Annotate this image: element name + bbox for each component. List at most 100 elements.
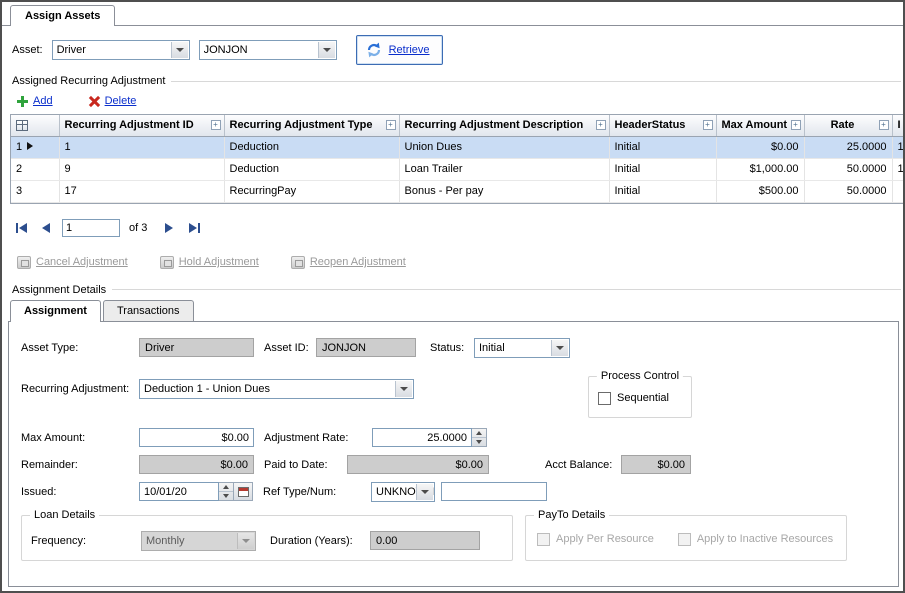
row-selector[interactable]: 3 [11,180,59,202]
delete-button[interactable]: Delete [89,95,137,107]
details-section-title: Assignment Details [12,284,106,296]
duration-field: 0.00 [370,531,480,550]
asset-id-combo-button[interactable] [318,42,335,58]
duration-label: Duration (Years): [270,535,370,547]
spinner-up-icon[interactable] [219,483,233,492]
grid-cell: 25.0000 [804,136,892,158]
refresh-icon [365,41,383,59]
asset-type-combo-button[interactable] [171,42,188,58]
apply-per-resource-checkbox [537,533,550,546]
adjustment-rate-spinner[interactable] [472,428,487,447]
add-button[interactable]: Add [17,95,53,107]
section-divider [112,289,901,290]
col-header-recurring-adjustment-description[interactable]: Recurring Adjustment Description [399,115,609,136]
retrieve-button[interactable]: Retrieve [356,35,443,65]
chevron-down-icon [176,48,184,52]
grid-cell: Deduction [224,136,399,158]
ref-type-combo-button[interactable] [416,484,433,500]
recurring-adjustment-label: Recurring Adjustment: [21,383,139,395]
frequency-combo: Monthly [141,531,256,551]
row-selector[interactable]: 2 [11,158,59,180]
column-pin-icon[interactable] [703,120,713,130]
col-header-recurring-adjustment-type[interactable]: Recurring Adjustment Type [224,115,399,136]
tab-assign-assets[interactable]: Assign Assets [10,5,115,26]
asset-id-field: JONJON [316,338,416,357]
status-combo[interactable]: Initial [474,338,570,358]
recurring-adjustment-combo-value: Deduction 1 - Union Dues [144,383,413,395]
reopen-adjustment-button[interactable]: Reopen Adjustment [291,256,406,269]
asset-id-combo[interactable]: JONJON [199,40,337,60]
col-header-label: Recurring Adjustment Description [405,119,584,131]
asset-type-combo[interactable]: Driver [52,40,190,60]
hold-adjustment-icon [160,256,174,269]
first-page-icon[interactable] [12,220,30,236]
grid-header-row: Recurring Adjustment ID Recurring Adjust… [11,115,905,136]
status-label: Status: [430,342,474,354]
table-row[interactable]: 2 9 Deduction Loan Trailer Initial $1,00… [11,158,905,180]
paid-to-date-label: Paid to Date: [264,459,347,471]
cancel-adjustment-button[interactable]: Cancel Adjustment [17,256,128,269]
cancel-adjustment-icon [17,256,31,269]
col-header-label: HeaderStatus [615,119,686,131]
spinner-down-icon[interactable] [219,492,233,500]
assign-assets-window: Assign Assets Asset: Driver JONJON Retri… [0,0,905,593]
adjustment-rate-input[interactable] [372,428,472,447]
prev-page-icon[interactable] [37,220,55,236]
grid-cell: 9 [59,158,224,180]
column-pin-icon[interactable] [791,120,801,130]
col-header-recurring-adjustment-id[interactable]: Recurring Adjustment ID [59,115,224,136]
col-header-rate[interactable]: Rate [804,115,892,136]
ref-type-combo[interactable]: UNKNOWN [371,482,435,502]
status-combo-button[interactable] [551,340,568,356]
chevron-down-icon [242,539,250,543]
cancel-adjustment-label: Cancel Adjustment [36,256,128,268]
sequential-checkbox[interactable] [598,392,611,405]
process-control-label: Process Control [597,370,683,382]
page-number-input[interactable] [62,219,120,237]
column-pin-icon[interactable] [386,120,396,130]
tab-assign-assets-label: Assign Assets [25,10,100,22]
issued-date-input[interactable] [139,482,219,501]
last-page-icon[interactable] [185,220,203,236]
table-row[interactable]: 3 17 RecurringPay Bonus - Per pay Initia… [11,180,905,202]
col-header-headerstatus[interactable]: HeaderStatus [609,115,716,136]
add-button-label: Add [33,95,53,107]
max-amount-input[interactable] [139,428,254,447]
column-pin-icon[interactable] [596,120,606,130]
apply-inactive-checkbox [678,533,691,546]
calendar-button[interactable] [234,482,253,501]
chevron-down-icon [323,48,331,52]
column-pin-icon[interactable] [211,120,221,130]
chevron-down-icon [400,387,408,391]
grid-cell: $0.00 [716,136,804,158]
grid-cell: Deduction [224,158,399,180]
spinner-up-icon[interactable] [472,429,486,438]
hold-adjustment-button[interactable]: Hold Adjustment [160,256,259,269]
tab-assignment[interactable]: Assignment [10,300,101,322]
issued-date-spinner[interactable] [219,482,234,501]
recurring-adjustment-combo[interactable]: Deduction 1 - Union Dues [139,379,414,399]
next-page-icon[interactable] [160,220,178,236]
col-header-clipped[interactable]: I [892,115,905,136]
spinner-down-icon[interactable] [472,438,486,446]
column-pin-icon[interactable] [879,120,889,130]
col-header-label: Rate [831,119,855,131]
row-selector[interactable]: 1 [11,136,59,158]
grid-corner-header[interactable] [11,115,59,136]
payto-details-label: PayTo Details [534,509,609,521]
section-divider [171,81,901,82]
row-number: 3 [16,185,22,197]
details-section-header: Assignment Details [2,284,903,296]
recurring-adjustment-combo-button[interactable] [395,381,412,397]
chevron-down-icon [556,346,564,350]
reopen-adjustment-label: Reopen Adjustment [310,256,406,268]
table-row[interactable]: 1 1 Deduction Union Dues Initial $0.00 2… [11,136,905,158]
grid-cell: 12 [892,158,905,180]
ref-num-input[interactable] [441,482,547,501]
tab-transactions[interactable]: Transactions [103,300,194,321]
retrieve-button-label: Retrieve [389,44,430,56]
remainder-field: $0.00 [139,455,254,474]
row-number: 2 [16,163,22,175]
col-header-max-amount[interactable]: Max Amount [716,115,804,136]
grid-cell: Initial [609,180,716,202]
